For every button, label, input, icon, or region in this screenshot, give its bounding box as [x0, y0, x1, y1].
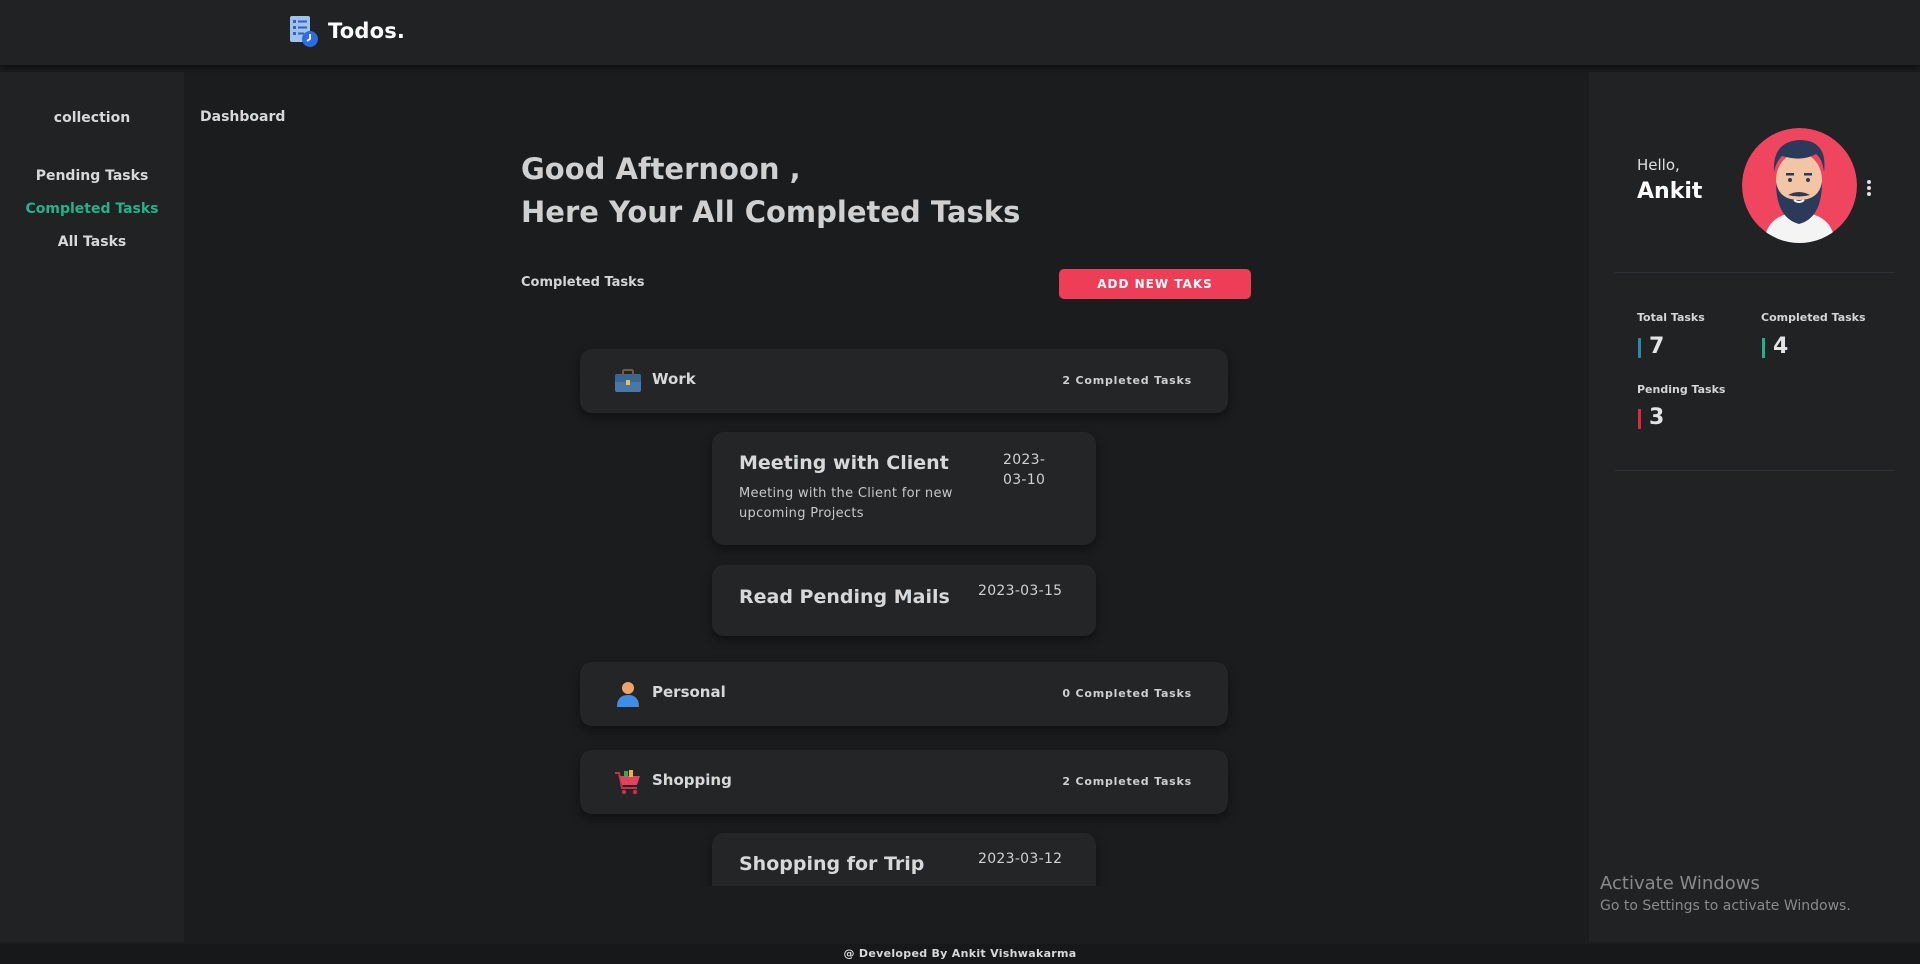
- category-count: 2 Completed Tasks: [1062, 374, 1192, 387]
- breadcrumb-dashboard[interactable]: Dashboard: [200, 109, 285, 125]
- page-title: Good Afternoon , Here Your All Completed…: [521, 148, 1020, 234]
- stat-pending-bar: [1638, 409, 1641, 429]
- todo-logo-icon: [288, 14, 320, 48]
- divider: [1615, 470, 1895, 471]
- profile-greeting: Hello,: [1637, 156, 1680, 174]
- category-name: Personal: [652, 683, 726, 701]
- profile-name: Ankit: [1637, 179, 1703, 204]
- category-name: Shopping: [652, 771, 732, 789]
- avatar[interactable]: [1742, 128, 1857, 243]
- section-label: Completed Tasks: [521, 275, 645, 290]
- category-shopping[interactable]: Shopping 2 Completed Tasks: [580, 750, 1228, 814]
- shopping-cart-icon: [614, 768, 642, 796]
- stat-total-label: Total Tasks: [1637, 311, 1705, 324]
- footer-credit: @ Developed By Ankit Vishwakarma: [843, 947, 1077, 960]
- greeting-line-1: Good Afternoon ,: [521, 152, 801, 186]
- task-description: Meeting with the Client for new upcoming…: [739, 486, 953, 521]
- task-title: Read Pending Mails: [739, 586, 950, 608]
- sidebar-item-completed-tasks[interactable]: Completed Tasks: [0, 201, 184, 217]
- windows-activation-subtitle: Go to Settings to activate Windows.: [1600, 898, 1851, 914]
- sidebar-item-pending-tasks[interactable]: Pending Tasks: [0, 168, 184, 184]
- task-card[interactable]: Meeting with Client Meeting with the Cli…: [712, 432, 1096, 545]
- task-date: 2023-03-15: [978, 583, 1063, 599]
- task-card[interactable]: Shopping for Trip 2023-03-12: [712, 833, 1096, 886]
- sidebar-item-all-tasks[interactable]: All Tasks: [0, 234, 184, 250]
- stat-total-bar: [1638, 338, 1641, 358]
- stat-completed-bar: [1762, 338, 1765, 358]
- profile-panel: Hello, Ankit Total Tasks 7 Completed Tas…: [1589, 72, 1920, 942]
- stat-completed-value: 4: [1773, 334, 1789, 359]
- task-date: 2023-03-10: [1003, 452, 1046, 488]
- greeting-line-2: Here Your All Completed Tasks: [521, 195, 1021, 229]
- sidebar-heading: collection: [53, 110, 131, 126]
- sidebar: collection Pending Tasks Completed Tasks…: [0, 72, 184, 942]
- brand-name: Todos.: [328, 19, 406, 43]
- category-work[interactable]: Work 2 Completed Tasks: [580, 349, 1228, 413]
- category-count: 2 Completed Tasks: [1062, 775, 1192, 788]
- vertical-dots-icon[interactable]: [1865, 177, 1873, 199]
- top-bar: Todos.: [0, 0, 1920, 65]
- category-name: Work: [652, 370, 696, 388]
- stat-total-value: 7: [1649, 334, 1665, 359]
- task-list-viewport: Shopping for Trip 2023-03-12: [700, 830, 1110, 886]
- category-personal[interactable]: Personal 0 Completed Tasks: [580, 662, 1228, 726]
- task-card[interactable]: Read Pending Mails 2023-03-15: [712, 565, 1096, 636]
- category-count: 0 Completed Tasks: [1062, 687, 1192, 700]
- stat-pending-value: 3: [1649, 405, 1665, 430]
- person-icon: [614, 680, 642, 708]
- stat-completed-label: Completed Tasks: [1761, 311, 1866, 324]
- task-date: 2023-03-12: [978, 851, 1063, 867]
- add-new-task-button[interactable]: ADD NEW TAKS: [1059, 269, 1251, 299]
- brand[interactable]: Todos.: [288, 14, 405, 48]
- divider: [1615, 272, 1895, 273]
- footer: @ Developed By Ankit Vishwakarma: [0, 944, 1920, 964]
- stat-pending-label: Pending Tasks: [1637, 383, 1726, 396]
- briefcase-icon: [614, 367, 642, 395]
- task-title: Shopping for Trip: [739, 853, 925, 875]
- windows-activation-title: Activate Windows: [1600, 873, 1760, 894]
- task-title: Meeting with Client: [739, 452, 949, 474]
